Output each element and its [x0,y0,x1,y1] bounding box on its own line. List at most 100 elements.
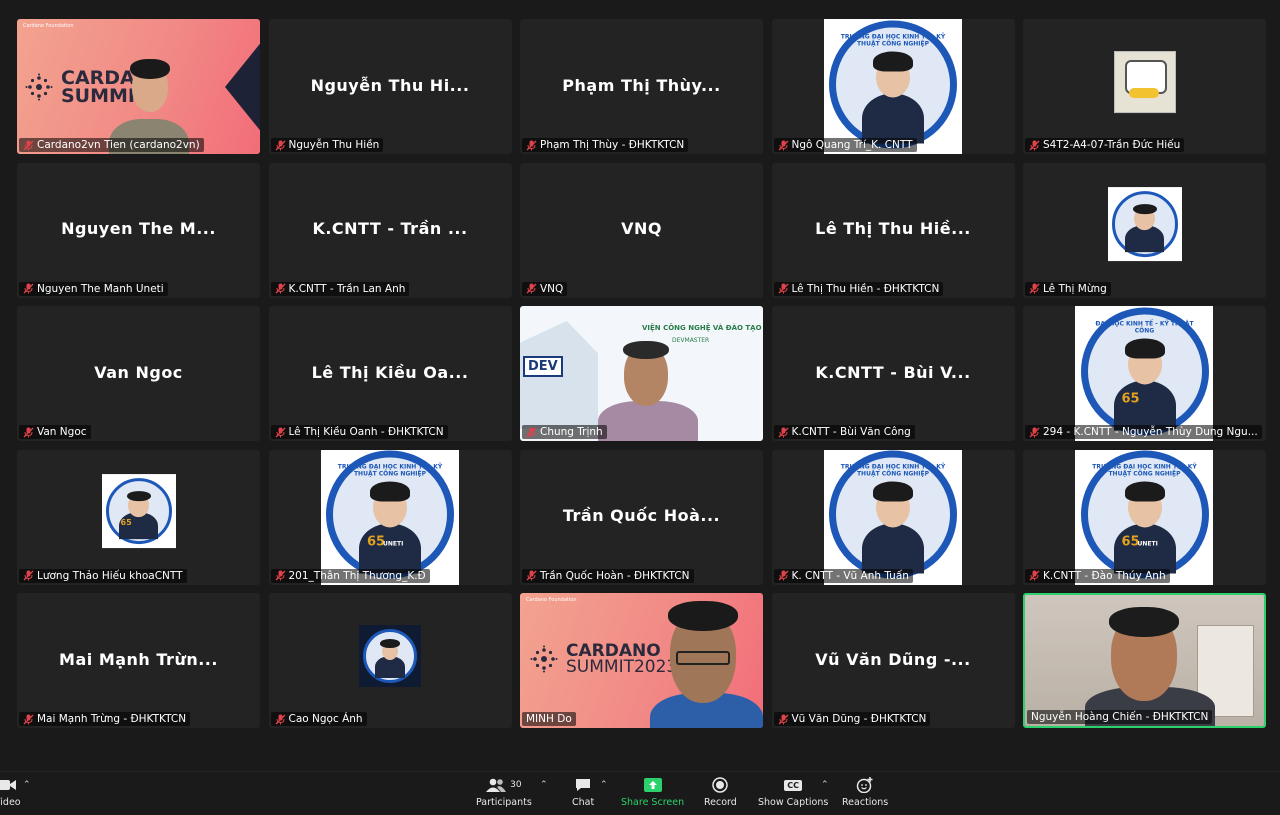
avatar-body [862,523,924,574]
muted-mic-icon [275,714,286,725]
participant-tile[interactable]: DEV VIỆN CÔNG NGHỆ VÀ ĐÀO TẠO DEVMASTER … [520,306,763,441]
participant-tile[interactable]: TRƯỜNG ĐẠI HỌC KINH TẾ - KỸ THUẬT CÔNG N… [268,449,512,585]
participant-tile[interactable]: TRƯỜNG ĐẠI HỌC KINH TẾ - KỸ THUẬT CÔNG N… [771,19,1015,154]
chat-options-chevron-icon[interactable]: ⌃ [600,780,608,790]
participant-name-label: Nguyen The Manh Uneti [19,281,168,296]
muted-mic-icon [778,570,789,581]
participant-tile[interactable]: Nguyễn Hoàng Chiến - ĐHKTKTCN [1023,593,1266,728]
participant-tile[interactable]: Cao Ngọc Ánh [268,593,512,728]
participant-name-label: K.CNTT - Đào Thúy Anh [1025,568,1170,583]
show-captions-button[interactable]: CC Show Captions [758,776,828,808]
avatar-hair [1124,481,1165,502]
muted-mic-icon [526,283,537,294]
participant-name: Nguyen The Manh Uneti [37,282,164,295]
avatar-hair [380,639,400,648]
participant-name: Ngô Quang Trí_K. CNTT [791,139,913,151]
school-badge-ring: ĐẠI HỌC KINH TẾ - KỸ THUẬT CÔNG 65 [1080,306,1209,435]
captions-options-chevron-icon[interactable]: ⌃ [821,780,829,790]
participant-hair [130,59,170,79]
participant-name: Cao Ngọc Ánh [288,713,363,725]
participant-tile[interactable]: Trần Quốc Hoà... Trần Quốc Hoàn - ĐHKTKT… [520,449,763,585]
participant-tile[interactable]: Lê Thị Mừng [1023,162,1266,298]
participant-tile[interactable]: ĐẠI HỌC KINH TẾ - KỸ THUẬT CÔNG 65 294 -… [1023,306,1266,441]
participant-hair [623,341,669,359]
participant-name: Nguyễn Hoàng Chiến - ĐHKTKTCN [1031,711,1209,723]
muted-mic-icon [275,283,286,294]
participant-name-label: 201_Thân Thị Thương_K.Đ [270,568,430,583]
participant-tile[interactable]: Phạm Thị Thùy... Phạm Thị Thùy - ĐHKTKTC… [520,19,763,154]
participant-name: MINH Do [526,713,572,725]
participant-tile[interactable]: K.CNTT - Bùi V... K.CNTT - Bùi Văn Công [771,306,1015,441]
participant-tile[interactable]: Lê Thị Thu Hiề... Lê Thị Thu Hiền - ĐHKT… [771,162,1015,298]
muted-mic-icon [778,140,789,151]
school-badge-text: TRƯỜNG ĐẠI HỌC KINH TẾ - KỸ THUẬT CÔNG N… [1092,463,1197,478]
participant-tile[interactable]: TRƯỜNG ĐẠI HỌC KINH TẾ - KỸ THUẬT CÔNG N… [1023,449,1266,585]
cardano-foundation-logo: Cardano Foundation [526,597,577,603]
participants-count: 30 [510,780,522,790]
chat-button[interactable]: Chat [572,776,594,808]
avatar-hair [370,481,410,502]
participant-tile[interactable]: Lê Thị Kiều Oa... Lê Thị Kiều Oanh - ĐHK… [268,306,512,441]
participant-tile[interactable]: S4T2-A4-07-Trần Đức Hiếu [1023,19,1266,154]
school-badge-ring: TRƯỜNG ĐẠI HỌC KINH TẾ - KỸ THUẬT CÔNG N… [829,450,957,579]
muted-mic-icon [23,570,34,581]
participant-display-name: Mai Mạnh Trừn... [59,649,218,669]
profile-thumbnail: 65 [101,474,176,549]
chat-icon [575,776,591,794]
participants-button[interactable]: 30 Participants [476,776,532,808]
muted-mic-icon [526,570,537,581]
school-badge-ring [1111,191,1178,258]
participant-tile[interactable]: Nguyen The M... Nguyen The Manh Uneti [17,162,260,298]
participant-name-label: Phạm Thị Thùy - ĐHKTKTCN [522,138,689,152]
participant-name-label: Mai Mạnh Trừng - ĐHKTKTCN [19,712,191,726]
participant-display-name: Trần Quốc Hoà... [562,505,721,525]
uneti-logo-text: UNETI [383,540,404,548]
participant-name: K.CNTT - Bùi Văn Công [791,426,911,438]
participant-tile[interactable]: Cardano Foundation CARDANO SUMMIT Cardan… [17,19,260,154]
participant-name: 201_Thân Thị Thương_K.Đ [288,569,426,582]
participant-name-label: MINH Do [522,712,576,726]
participant-hair [668,601,738,631]
school-badge-text: TRƯỜNG ĐẠI HỌC KINH TẾ - KỸ THUẬT CÔNG N… [840,32,946,47]
participant-name: Lê Thị Mừng [1043,282,1107,295]
participant-tile[interactable]: Vũ Văn Dũng -... Vũ Văn Dũng - ĐHKTKTCN [771,593,1015,728]
duck-beak [1128,87,1159,98]
meeting-toolbar: Video ⌃ 30 Participants ⌃ Chat ⌃ Share S… [0,771,1280,815]
video-button[interactable]: Video [0,776,21,808]
participant-tile[interactable]: 65 Lương Thảo Hiếu khoaCNTT [17,449,260,585]
cardano-title-line2: SUMMIT2023 [566,657,678,678]
show-captions-label: Show Captions [758,797,829,808]
participant-name-label: K.CNTT - Bùi Văn Công [773,425,915,439]
muted-mic-icon [23,714,34,725]
participant-tile[interactable]: TRƯỜNG ĐẠI HỌC KINH TẾ - KỸ THUẬT CÔNG N… [771,449,1015,585]
participant-name-label: Ngô Quang Trí_K. CNTT [773,138,917,152]
participant-name-label: Cao Ngọc Ánh [270,712,367,726]
participant-tile[interactable]: Mai Mạnh Trừn... Mai Mạnh Trừng - ĐHKTKT… [17,593,260,728]
devmaster-logo: DEV [523,356,563,377]
school-badge-text: TRƯỜNG ĐẠI HỌC KINH TẾ - KỸ THUẬT CÔNG N… [337,463,443,478]
video-options-chevron-icon[interactable]: ⌃ [23,780,31,790]
participant-name-label: Vũ Văn Dũng - ĐHKTKTCN [773,712,931,726]
participants-options-chevron-icon[interactable]: ⌃ [540,780,548,790]
reactions-button[interactable]: Reactions [842,776,888,808]
participant-tile[interactable]: Nguyễn Thu Hi... Nguyễn Thu Hiền [268,19,512,154]
participant-tile[interactable]: VNQ VNQ [520,162,763,298]
participant-tile[interactable]: Van Ngoc Van Ngoc [17,306,260,441]
share-screen-button[interactable]: Share Screen [621,776,684,808]
participant-name: Vũ Văn Dũng - ĐHKTKTCN [791,713,927,725]
participant-display-name: Vũ Văn Dũng -... [815,649,971,669]
participant-display-name: Nguyễn Thu Hi... [310,75,470,95]
participant-name-label: Lê Thị Mừng [1025,281,1111,296]
muted-mic-icon [778,283,789,294]
participants-label: Participants [476,797,532,808]
profile-thumbnail [1107,187,1182,262]
record-button[interactable]: Record [704,776,737,808]
participant-tile[interactable]: K.CNTT - Trần ... K.CNTT - Trần Lan Anh [268,162,512,298]
participant-name: Trần Quốc Hoàn - ĐHKTKTCN [540,569,690,582]
participant-name-label: 294 - K.CNTT - Nguyễn Thùy Dung Ngu... [1025,425,1262,439]
participant-name-label: K.CNTT - Trần Lan Anh [270,281,410,296]
participant-display-name: K.CNTT - Trần ... [312,218,468,238]
reactions-icon [856,776,874,794]
participant-name-label: Nguyễn Thu Hiền [270,138,384,152]
participant-tile[interactable]: Cardano Foundation CARDANO SUMMIT2023 MI… [520,593,763,728]
